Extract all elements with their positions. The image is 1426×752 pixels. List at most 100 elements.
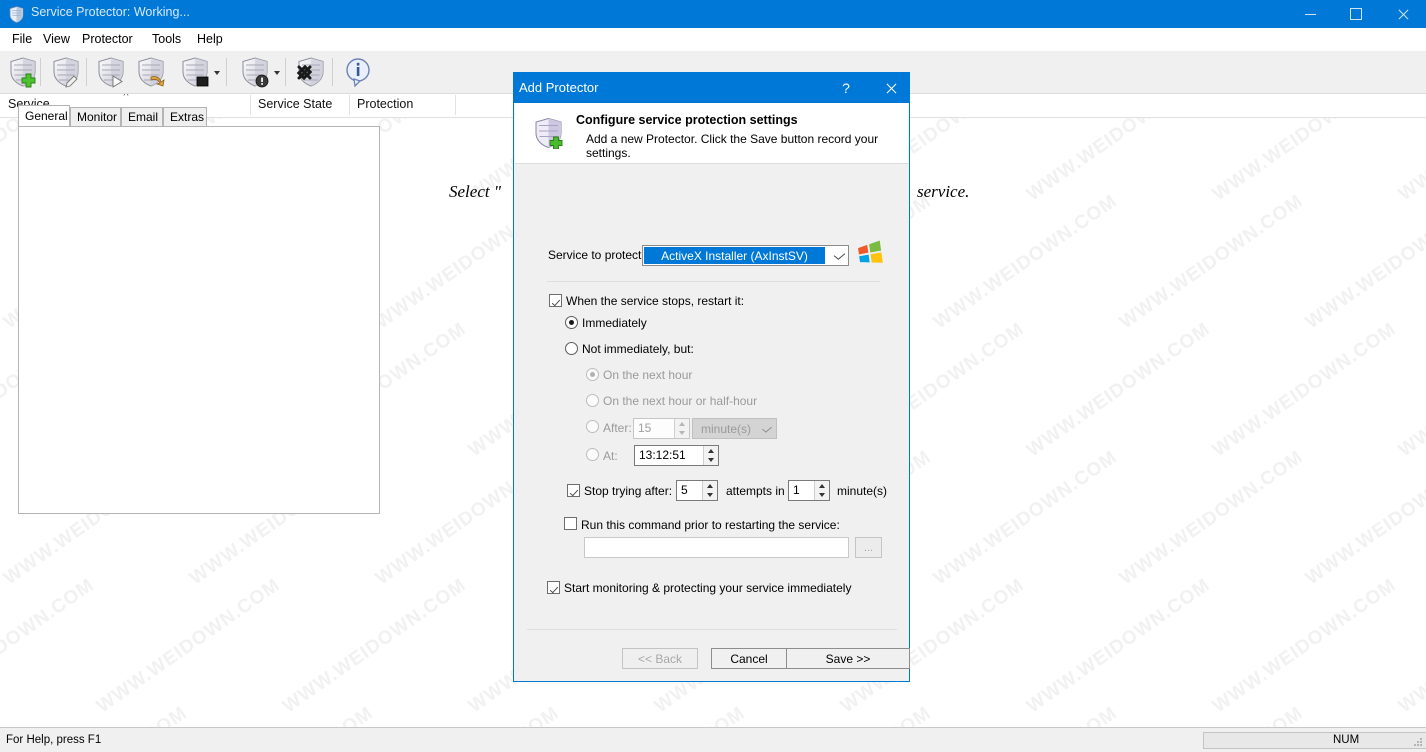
after-unit-select[interactable]: minute(s) (692, 418, 777, 439)
watermark-text: WWW.WEIDOWN.COM (1302, 446, 1426, 590)
after-value-spinner[interactable] (674, 419, 689, 438)
watermark-text: WWW.WEIDOWN.COM (1023, 318, 1215, 462)
watermark-text: WWW.WEIDOWN.COM (1302, 190, 1426, 334)
shield-restart-icon (134, 57, 168, 92)
close-icon (1397, 9, 1408, 20)
restart-protector-button[interactable] (134, 55, 168, 89)
window-title-bar: Service Protector: Working... (0, 0, 1426, 28)
dialog-close-button[interactable] (879, 78, 901, 98)
run-command-checkbox[interactable] (564, 517, 577, 530)
maximize-button[interactable] (1333, 0, 1379, 28)
menu-item-file[interactable]: File (8, 32, 36, 46)
info-bubble-icon (341, 58, 375, 92)
radio-after[interactable] (586, 420, 599, 433)
dialog-heading: Configure service protection settings (576, 113, 798, 127)
shield-delete-icon (294, 57, 328, 92)
dialog-tab-strip: General Monitor Email Extras (18, 105, 380, 126)
toolbar-separator (86, 58, 87, 86)
delete-protector-button[interactable] (294, 55, 328, 89)
resize-grip-icon[interactable] (1414, 738, 1423, 747)
watermark-text: WWW.WEIDOWN.COM (0, 190, 6, 334)
radio-next-hour-or-half-label: On the next hour or half-hour (603, 394, 758, 408)
radio-not-immediately-label: Not immediately, but: (582, 342, 694, 356)
status-button[interactable] (238, 55, 272, 89)
toolbar-separator (285, 58, 286, 86)
chevron-down-icon[interactable] (214, 71, 220, 75)
dialog-title-bar: Add Protector ? (514, 73, 909, 103)
start-monitoring-label: Start monitoring & protecting your servi… (564, 581, 852, 595)
start-protector-button[interactable] (94, 55, 128, 89)
window-title: Service Protector: Working... (31, 5, 190, 19)
chevron-down-icon[interactable] (274, 71, 280, 75)
menu-bar: File View Protector Tools Help (0, 28, 1426, 52)
shield-play-icon (94, 57, 128, 92)
attempts-spinner[interactable] (702, 481, 717, 500)
at-time-spinner[interactable] (703, 446, 718, 465)
column-divider[interactable] (455, 95, 456, 115)
shield-info-icon (238, 57, 272, 92)
chevron-down-icon (833, 250, 846, 260)
radio-immediately[interactable] (565, 316, 578, 329)
dialog-help-button[interactable]: ? (835, 78, 857, 98)
watermark-text: WWW.WEIDOWN.COM (279, 574, 471, 718)
restart-on-stop-checkbox[interactable] (549, 294, 562, 307)
status-num-indicator: NUM (1333, 734, 1360, 746)
status-help-text: For Help, press F1 (6, 734, 102, 746)
windows-logo-icon (858, 240, 883, 263)
status-progress-pane (1203, 732, 1426, 749)
edit-protector-button[interactable] (49, 55, 83, 89)
divider (547, 281, 880, 282)
minutes-unit-label: minute(s) (837, 484, 888, 498)
watermark-text: WWW.WEIDOWN.COM (1116, 446, 1308, 590)
start-monitoring-checkbox[interactable] (547, 581, 560, 594)
tab-email[interactable]: Email (121, 107, 163, 126)
radio-immediately-label: Immediately (582, 316, 647, 330)
menu-item-help[interactable]: Help (193, 32, 227, 46)
save-button[interactable]: Save >> (786, 648, 910, 669)
menu-item-protector[interactable]: Protector (78, 32, 137, 46)
radio-next-hour-or-half[interactable] (586, 394, 599, 407)
radio-next-hour[interactable] (586, 368, 599, 381)
minimize-icon (1304, 13, 1316, 15)
application-window: WWW.WEIDOWN.COM WWW.WEIDOWN.COM WWW.WEIDOW… (0, 0, 1426, 752)
close-button[interactable] (1379, 0, 1425, 28)
watermark-text: WWW.WEIDOWN.COM (1395, 574, 1426, 718)
run-command-label: Run this command prior to restarting the… (581, 518, 840, 532)
watermark-text: WWW.WEIDOWN.COM (930, 446, 1122, 590)
about-button[interactable] (341, 55, 375, 89)
tab-general[interactable]: General (18, 105, 70, 126)
run-command-input[interactable] (584, 537, 849, 558)
watermark-text: WWW.WEIDOWN.COM (0, 446, 6, 590)
service-select[interactable]: ActiveX Installer (AxInstSV) (642, 245, 849, 266)
back-button[interactable]: << Back (622, 648, 698, 669)
radio-not-immediately[interactable] (565, 342, 578, 355)
minimize-button[interactable] (1287, 0, 1333, 28)
add-protector-button[interactable] (6, 55, 40, 89)
maximize-icon (1350, 8, 1362, 20)
watermark-text: WWW.WEIDOWN.COM (1209, 574, 1401, 718)
dialog-title: Add Protector (519, 80, 599, 95)
close-icon (885, 83, 896, 94)
radio-next-hour-label: On the next hour (603, 368, 693, 382)
toolbar-separator (226, 58, 227, 86)
stop-trying-label: Stop trying after: (584, 484, 673, 498)
menu-item-tools[interactable]: Tools (148, 32, 185, 46)
cancel-button[interactable]: Cancel (711, 648, 787, 669)
tab-extras[interactable]: Extras (163, 107, 207, 126)
attempts-in-label: attempts in (726, 484, 785, 498)
service-select-value: ActiveX Installer (AxInstSV) (644, 247, 825, 264)
menu-item-view[interactable]: View (39, 32, 74, 46)
sort-ascending-icon: ^ (123, 90, 129, 102)
shield-plus-icon (6, 57, 40, 92)
toolbar-separator (40, 58, 41, 86)
browse-button[interactable]: ... (855, 537, 882, 558)
stop-trying-checkbox[interactable] (567, 484, 580, 497)
status-bar: For Help, press F1 NUM (0, 727, 1426, 752)
tab-monitor[interactable]: Monitor (70, 107, 121, 126)
minutes-spinner[interactable] (814, 481, 829, 500)
dialog-footer-divider (527, 629, 897, 630)
hint-text-right: service. (917, 182, 970, 201)
toolbar-separator (332, 58, 333, 86)
radio-at[interactable] (586, 448, 599, 461)
stop-protector-button[interactable] (178, 55, 212, 89)
